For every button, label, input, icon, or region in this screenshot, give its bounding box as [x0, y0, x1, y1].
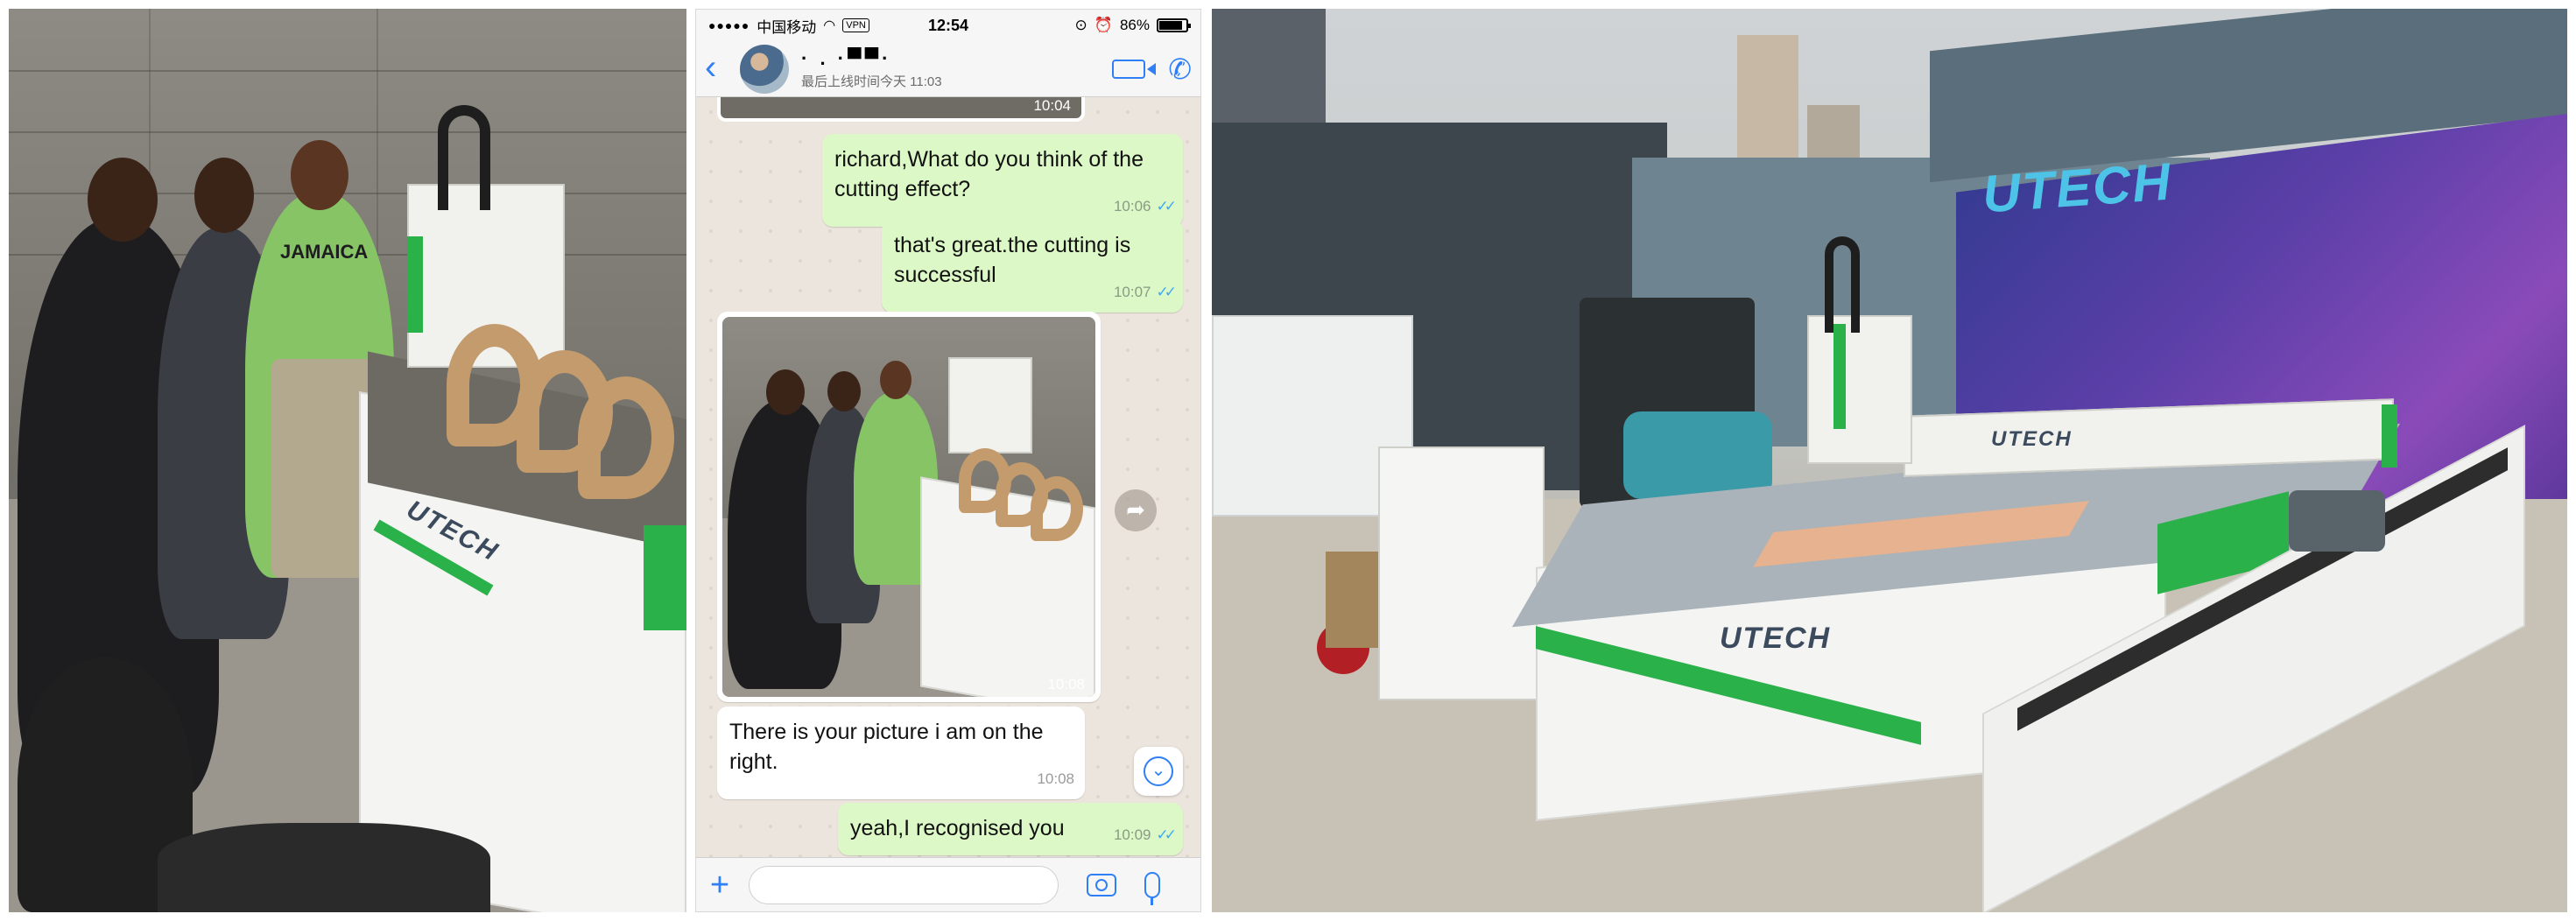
cardboard-box	[1326, 552, 1378, 648]
person-right-head	[291, 140, 348, 210]
carrier-name: 中国移动	[757, 18, 817, 36]
photo-person-head	[766, 369, 805, 415]
incoming-message[interactable]: There is your picture i am on the right.…	[717, 707, 1085, 799]
message-text: richard,What do you think of the cutting…	[834, 147, 1144, 201]
photo-person-head	[880, 361, 911, 399]
battery-fill	[1159, 21, 1182, 30]
chat-screen: ●●●●● 中国移动 ◠ VPN 12:54 ⊙ ⏰ 86% ‹ · . ·▀▀…	[695, 9, 1201, 912]
cable-chain	[1825, 236, 1860, 333]
message-text: There is your picture i am on the right.	[729, 720, 1044, 774]
machine-stripe	[407, 236, 423, 333]
control-cabinet	[1378, 446, 1545, 700]
photo-gantry	[948, 357, 1032, 453]
shared-photo: 10:08	[722, 317, 1095, 697]
cut-letter	[578, 376, 674, 499]
read-receipt-icon: ✓✓	[1156, 826, 1177, 843]
rotary-chuck	[2289, 490, 2385, 552]
contact-avatar[interactable]	[740, 44, 789, 94]
brick-line	[377, 9, 378, 263]
spindle-head	[1807, 315, 1912, 464]
brick-line	[9, 70, 686, 72]
scroll-to-bottom-button[interactable]: ⌄	[1134, 747, 1183, 796]
forward-arrow-icon[interactable]: ➦	[1115, 489, 1157, 531]
machine-brand-text: UTECH	[1720, 622, 1832, 655]
chair-seat	[158, 823, 490, 912]
wifi-icon: ◠	[823, 18, 836, 33]
battery-icon	[1157, 18, 1191, 32]
camera-icon[interactable]	[1087, 873, 1116, 896]
status-bar: ●●●●● 中国移动 ◠ VPN 12:54 ⊙ ⏰ 86%	[696, 10, 1200, 41]
person-middle-head	[194, 158, 254, 233]
video-call-icon[interactable]	[1112, 59, 1146, 79]
read-receipt-icon: ✓✓	[1156, 284, 1177, 300]
brick-line	[9, 131, 686, 133]
yard-photo-right: UTECH UTECH UTECH	[1212, 9, 2567, 912]
message-time: 10:04	[1033, 97, 1071, 114]
photo-cut-letter	[1031, 476, 1083, 541]
alarm-icon: ⏰	[1094, 17, 1113, 33]
workshop-photo-left: JAMAICA UTECH	[9, 9, 686, 912]
previous-image-message[interactable]: 10:04	[717, 97, 1085, 122]
outgoing-message[interactable]: richard,What do you think of the cutting…	[822, 134, 1183, 227]
message-time: 10:06	[1113, 198, 1151, 214]
shirt-text: JAMAICA	[280, 241, 369, 263]
microphone-icon[interactable]	[1144, 871, 1160, 905]
person-left-head	[88, 158, 158, 242]
contact-info[interactable]: · . ·▀▀· 最后上线时间今天 11:03	[801, 47, 942, 90]
message-input[interactable]	[749, 865, 1059, 904]
message-text: yeah,I recognised you	[850, 816, 1065, 840]
gantry-stripe	[2382, 404, 2397, 468]
message-time: 10:08	[1037, 770, 1074, 787]
last-seen-status: 最后上线时间今天 11:03	[801, 74, 942, 89]
vpn-badge: VPN	[842, 18, 869, 32]
machine-side-panel	[644, 525, 686, 630]
incoming-photo-message[interactable]: 10:08	[717, 312, 1101, 702]
gantry-brand-text: UTECH	[1991, 427, 2073, 451]
read-receipt-icon: ✓✓	[1156, 198, 1177, 214]
message-time: 10:07	[1113, 284, 1151, 300]
building	[1212, 9, 1326, 123]
chat-header: ‹ · . ·▀▀· 最后上线时间今天 11:03 ✆	[696, 41, 1200, 97]
cable-chain	[438, 105, 490, 210]
battery-percent: 86%	[1119, 17, 1150, 33]
spindle-stripe	[1833, 324, 1846, 429]
chevron-down-icon: ⌄	[1144, 756, 1173, 786]
message-time: 10:09	[1113, 826, 1151, 843]
forklift-body	[1623, 411, 1772, 499]
photo-person-head	[827, 371, 861, 411]
signal-strength: ●●●●●	[708, 18, 750, 32]
message-time: 10:08	[1047, 676, 1085, 693]
attach-plus-icon[interactable]: +	[707, 868, 733, 902]
message-text: that's great.the cutting is successful	[894, 233, 1131, 287]
orientation-lock-icon: ⊙	[1074, 17, 1087, 33]
contact-name: · . ·▀▀·	[801, 47, 892, 69]
outgoing-message[interactable]: that's great.the cutting is successful 1…	[882, 220, 1183, 313]
message-input-bar: +	[696, 857, 1200, 911]
outgoing-message[interactable]: yeah,I recognised you 10:09 ✓✓	[838, 803, 1183, 855]
back-chevron-icon[interactable]: ‹	[705, 50, 731, 87]
voice-call-icon[interactable]: ✆	[1168, 53, 1192, 86]
